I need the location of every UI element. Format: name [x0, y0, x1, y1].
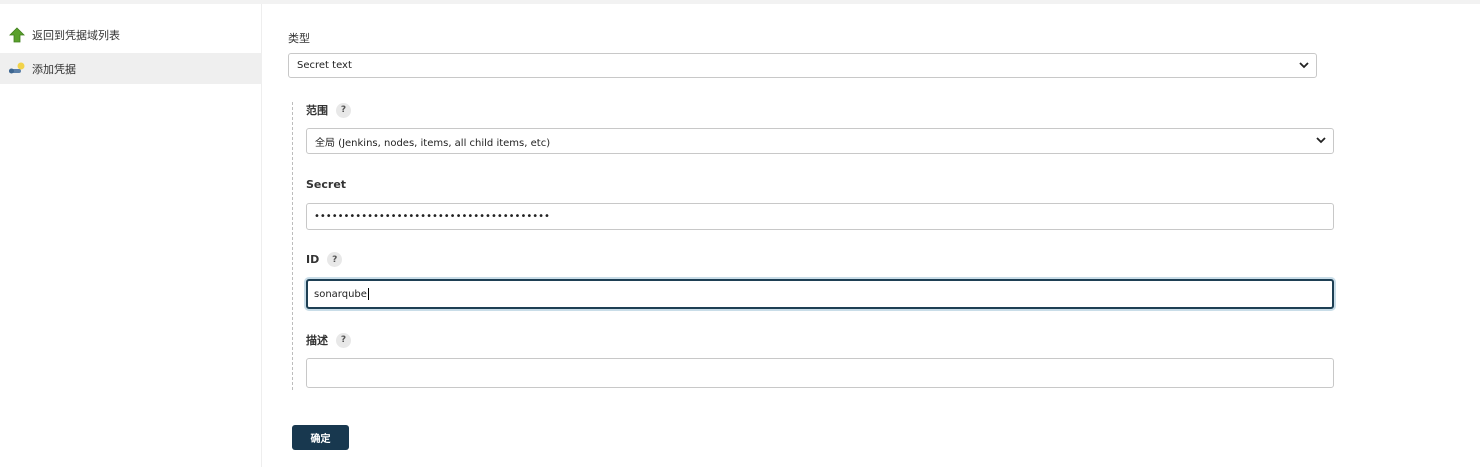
text-caret — [367, 288, 369, 300]
sidebar-item-back-to-domains[interactable]: 返回到凭据域列表 — [0, 19, 262, 50]
scope-select-value: 全局 (Jenkins, nodes, items, all child ite… — [315, 137, 551, 149]
sidebar-item-label: 添加凭据 — [32, 62, 76, 76]
scope-label: 范围 ? — [306, 102, 351, 118]
kind-select-value: Secret text — [297, 60, 352, 71]
scope-help-icon[interactable]: ? — [336, 102, 351, 118]
arrow-up-icon — [8, 26, 26, 44]
kind-label-text: 类型 — [288, 32, 310, 45]
sidebar-item-add-credentials[interactable]: 添加凭据 — [0, 53, 262, 84]
kind-label: 类型 — [288, 30, 310, 46]
chevron-down-icon — [1299, 62, 1309, 69]
secret-masked-value: •••••••••••••••••••••••••••••••••••••••• — [314, 211, 550, 222]
scope-select[interactable]: 全局 (Jenkins, nodes, items, all child ite… — [306, 128, 1334, 154]
chevron-down-icon — [1316, 137, 1326, 144]
id-label-text: ID — [306, 253, 320, 266]
submit-button[interactable]: 确定 — [292, 425, 349, 450]
description-input[interactable] — [306, 358, 1334, 388]
nested-section-divider — [292, 102, 293, 390]
id-label: ID ? — [306, 252, 343, 267]
credential-form: 类型 Secret text 范围 ? 全局 (Jenkins, nodes, … — [263, 4, 1480, 467]
kind-select[interactable]: Secret text — [288, 53, 1317, 78]
credentials-key-icon — [8, 60, 26, 78]
secret-input[interactable]: •••••••••••••••••••••••••••••••••••••••• — [306, 203, 1334, 230]
secret-label: Secret — [306, 178, 346, 191]
scope-label-text: 范围 — [306, 104, 328, 117]
sidebar: 返回到凭据域列表 添加凭据 — [0, 4, 262, 467]
description-label: 描述 ? — [306, 332, 351, 348]
sidebar-item-label: 返回到凭据域列表 — [32, 28, 120, 42]
id-input[interactable]: sonarqube — [306, 279, 1334, 309]
id-input-value: sonarqube — [314, 288, 367, 300]
secret-label-text: Secret — [306, 178, 347, 191]
description-label-text: 描述 — [306, 334, 328, 347]
description-help-icon[interactable]: ? — [336, 332, 351, 348]
id-help-icon[interactable]: ? — [327, 252, 343, 267]
